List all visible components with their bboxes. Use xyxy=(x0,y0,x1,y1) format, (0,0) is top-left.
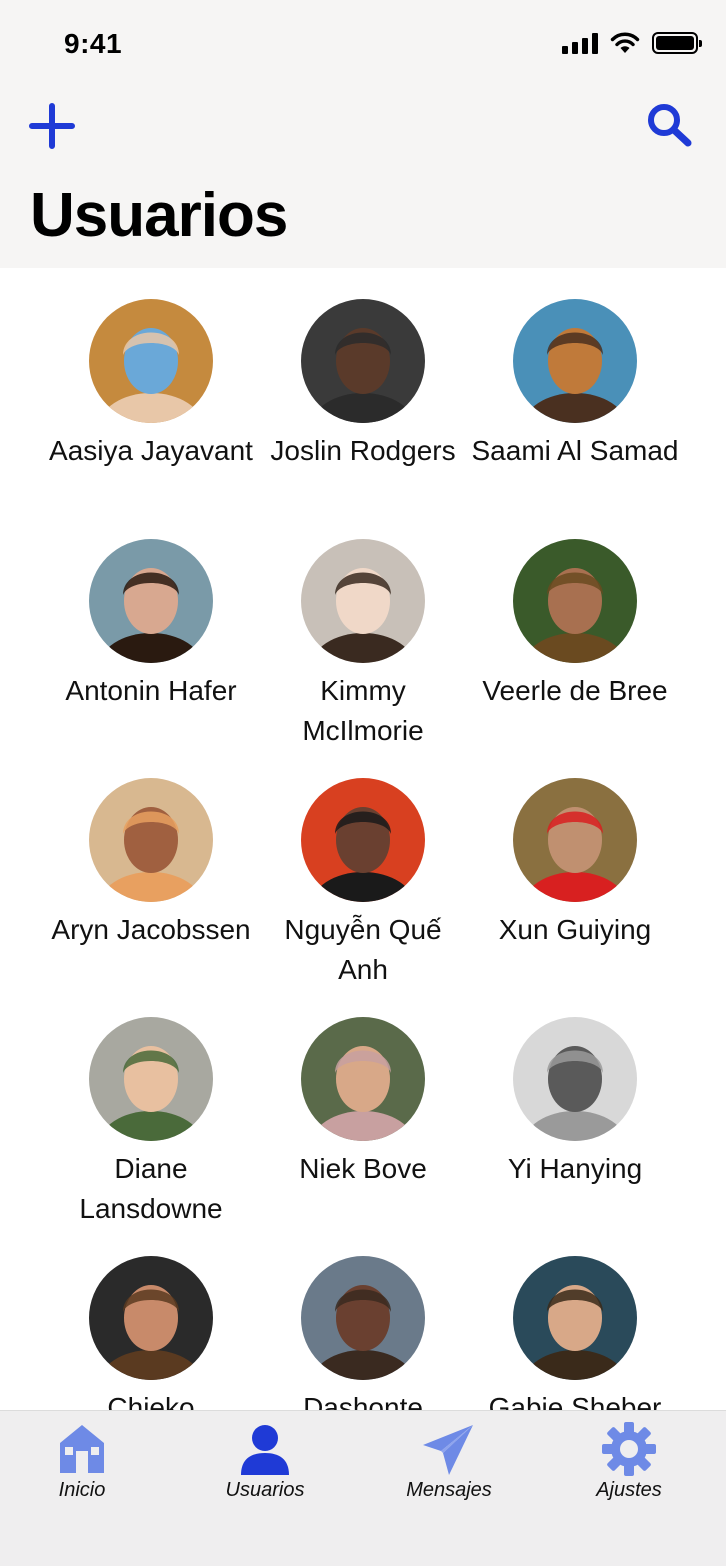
user-name: Chieko xyxy=(107,1392,195,1410)
user-card[interactable]: Gabie Sheber xyxy=(465,1256,685,1410)
user-avatar xyxy=(301,1256,425,1380)
add-user-button[interactable] xyxy=(26,100,78,152)
tab-ajustes[interactable]: Ajustes xyxy=(559,1421,699,1502)
user-card[interactable]: Saami Al Samad xyxy=(465,299,685,471)
paper-plane-icon xyxy=(423,1425,473,1475)
user-avatar xyxy=(89,299,213,423)
user-name: Niek Bove xyxy=(299,1153,427,1184)
user-card[interactable]: Niek Bove xyxy=(253,1017,473,1189)
tab-label: Usuarios xyxy=(225,1479,305,1501)
user-card[interactable]: Nguyễn Quế Anh xyxy=(253,778,473,990)
user-avatar xyxy=(89,778,213,902)
user-card[interactable]: Xun Guiying xyxy=(465,778,685,950)
user-card[interactable]: Dashonte xyxy=(253,1256,473,1410)
user-card[interactable]: Diane Lansdowne xyxy=(41,1017,261,1229)
wifi-icon xyxy=(610,32,640,53)
user-icon xyxy=(241,1425,289,1475)
plus-icon xyxy=(29,103,75,149)
gear-icon xyxy=(602,1422,656,1476)
user-avatar xyxy=(89,539,213,663)
user-card[interactable]: Yi Hanying xyxy=(465,1017,685,1189)
user-name: Veerle de Bree xyxy=(482,675,668,706)
user-avatar xyxy=(301,299,425,423)
user-avatar xyxy=(513,299,637,423)
user-avatar xyxy=(513,1256,637,1380)
header: 9:41 Usuarios xyxy=(0,0,726,268)
search-icon xyxy=(648,104,692,147)
user-avatar xyxy=(301,539,425,663)
user-card[interactable]: Antonin Hafer xyxy=(41,539,261,711)
user-name: Diane Lansdowne xyxy=(79,1153,223,1224)
user-avatar xyxy=(301,778,425,902)
tab-label: Ajustes xyxy=(596,1479,662,1501)
user-name: Saami Al Samad xyxy=(471,435,679,466)
user-card[interactable]: Joslin Rodgers xyxy=(253,299,473,471)
user-name: Xun Guiying xyxy=(498,914,652,945)
user-avatar xyxy=(513,539,637,663)
battery-icon xyxy=(652,32,702,54)
page-title: Usuarios xyxy=(30,181,288,250)
user-avatar xyxy=(301,1017,425,1141)
user-avatar xyxy=(89,1256,213,1380)
user-name: Nguyễn Quế Anh xyxy=(284,914,442,985)
user-grid: Aasiya Jayavant Joslin Rodgers Saami Al Sa… xyxy=(0,268,726,1410)
user-name: Gabie Sheber xyxy=(488,1392,662,1410)
user-name: Dashonte xyxy=(303,1392,423,1410)
user-card[interactable]: Kimmy McIlmorie xyxy=(253,539,473,751)
user-name: Aryn Jacobssen xyxy=(51,914,251,945)
tab-usuarios[interactable]: Usuarios xyxy=(195,1421,335,1502)
user-avatar xyxy=(513,1017,637,1141)
tab-inicio[interactable]: Inicio xyxy=(12,1421,152,1502)
user-card[interactable]: Aryn Jacobssen xyxy=(41,778,261,950)
status-time: 9:41 xyxy=(64,28,123,59)
user-name: Yi Hanying xyxy=(507,1153,643,1184)
house-icon xyxy=(60,1425,104,1473)
tab-bar: Inicio Usuarios Mensajes Ajustes xyxy=(0,1410,726,1566)
user-card[interactable]: Aasiya Jayavant xyxy=(41,299,261,471)
user-avatar xyxy=(89,1017,213,1141)
tab-label: Inicio xyxy=(58,1479,106,1501)
user-name: Aasiya Jayavant xyxy=(49,435,253,466)
user-name: Kimmy McIlmorie xyxy=(302,675,424,746)
tab-label: Mensajes xyxy=(406,1479,492,1501)
user-card[interactable]: Veerle de Bree xyxy=(465,539,685,711)
status-icons xyxy=(562,32,702,54)
user-name: Antonin Hafer xyxy=(65,675,237,706)
user-name: Joslin Rodgers xyxy=(270,435,456,466)
cellular-signal-icon xyxy=(562,32,598,54)
user-card[interactable]: Chieko xyxy=(41,1256,261,1410)
search-button[interactable] xyxy=(644,100,696,152)
user-avatar xyxy=(513,778,637,902)
tab-mensajes[interactable]: Mensajes xyxy=(379,1421,519,1502)
